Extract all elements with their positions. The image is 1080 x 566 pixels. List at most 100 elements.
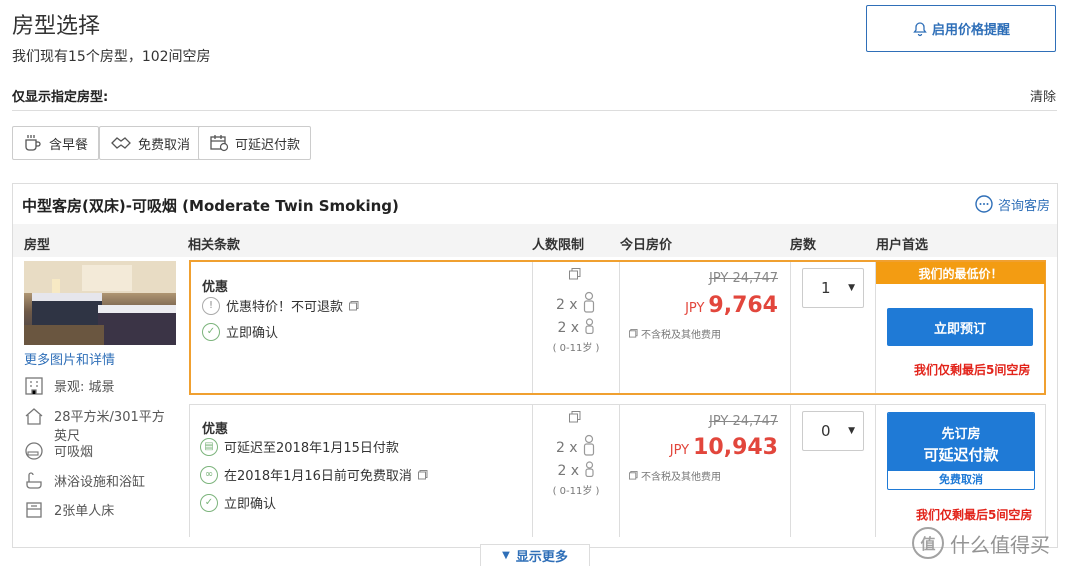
price-alert-label: 启用价格提醒 xyxy=(931,23,1010,38)
rooms-left-warning: 我们仅剩最后5间空房 xyxy=(914,363,1031,377)
child-age: ( 0-11岁 ) xyxy=(533,482,619,498)
filter-breakfast[interactable]: 含早餐 xyxy=(12,126,100,160)
child-icon xyxy=(584,318,594,335)
child-icon xyxy=(584,461,594,478)
child-capacity: 2 x xyxy=(533,461,619,479)
info-icon[interactable] xyxy=(569,268,581,280)
feature-bath: 淋浴设施和浴缸 xyxy=(24,471,145,491)
feature-smoking-label: 可吸烟 xyxy=(54,445,94,460)
tax-note-label: 不含税及其他费用 xyxy=(641,330,721,341)
feature-bath-label: 淋浴设施和浴缸 xyxy=(54,475,146,490)
calendar-clock-icon xyxy=(210,135,229,152)
show-more-button[interactable]: ▼ 显示更多 xyxy=(480,544,590,566)
pay-later-line2: 可延迟付款 xyxy=(923,446,999,464)
warning-icon: ! xyxy=(202,296,220,315)
feature-smoking: 可吸烟 xyxy=(24,441,93,461)
book-pay-later-button[interactable]: 先订房 可延迟付款 免费取消 xyxy=(887,412,1035,490)
price-currency: JPY xyxy=(685,301,705,316)
divider xyxy=(875,405,876,537)
condition-label: 在2018年1月16日前可免费取消 xyxy=(224,469,412,484)
discount-price: JPY 9,764 xyxy=(618,293,778,318)
offer-condition: ✓ 立即确认 xyxy=(202,322,278,341)
info-icon[interactable] xyxy=(417,469,428,480)
child-capacity: 2 x xyxy=(533,318,619,336)
child-count: 2 x xyxy=(557,320,580,336)
divider xyxy=(790,262,791,393)
adult-icon xyxy=(583,434,595,456)
child-age-label: ( 0-11岁 ) xyxy=(552,486,600,497)
filter-label: 仅显示指定房型: xyxy=(12,90,109,105)
price-currency: JPY xyxy=(669,443,690,458)
child-count: 2 x xyxy=(557,463,580,479)
price-amount: 10,943 xyxy=(693,435,778,460)
offer-condition: ∞ 在2018年1月16日前可免费取消 xyxy=(200,465,428,484)
info-icon[interactable] xyxy=(629,329,638,338)
book-now-button[interactable]: 立即预订 xyxy=(887,308,1033,346)
consult-room-link[interactable]: 咨询客房 xyxy=(974,194,1050,214)
chat-bubble-icon xyxy=(975,195,993,213)
divider xyxy=(790,405,791,537)
condition-label: 可延迟至2018年1月15日付款 xyxy=(224,441,399,456)
room-photo[interactable] xyxy=(24,261,176,345)
filter-free-cancel-label: 免费取消 xyxy=(138,137,191,153)
tax-note-label: 不含税及其他费用 xyxy=(641,472,721,483)
room-quantity-select[interactable]: 1 ▼ xyxy=(802,268,864,308)
availability-summary: 我们现有15个房型，102间空房 xyxy=(12,49,211,65)
filter-pay-later-label: 可延迟付款 xyxy=(235,137,301,153)
info-icon[interactable] xyxy=(629,471,638,480)
watermark-text: 什么值得买 xyxy=(950,532,1050,557)
divider xyxy=(619,405,620,537)
offer-title: 优惠 xyxy=(202,280,229,295)
offer-condition: ▤ 可延迟至2018年1月15日付款 xyxy=(200,437,399,456)
caret-down-icon: ▼ xyxy=(848,426,855,436)
divider xyxy=(619,262,620,393)
show-more-label: 显示更多 xyxy=(515,550,568,565)
child-age: ( 0-11岁 ) xyxy=(533,339,619,355)
original-price: JPY 24,747 xyxy=(709,271,778,286)
check-icon: ✓ xyxy=(202,322,220,341)
rooms-left-warning: 我们仅剩最后5间空房 xyxy=(916,508,1033,522)
filter-pay-later[interactable]: 可延迟付款 xyxy=(198,126,312,160)
col-terms: 相关条款 xyxy=(188,238,241,253)
caret-down-icon: ▼ xyxy=(848,283,855,293)
info-icon[interactable] xyxy=(569,411,581,423)
handshake-icon: ∞ xyxy=(200,465,218,484)
feature-size: 28平方米/301平方英尺 xyxy=(24,406,174,444)
feature-beds: 2张单人床 xyxy=(24,500,114,520)
discount-price: JPY 10,943 xyxy=(618,435,778,460)
adult-icon xyxy=(583,291,595,313)
divider xyxy=(12,110,1057,111)
room-quantity-value: 0 xyxy=(821,422,831,440)
feature-view-label: 景观: 城景 xyxy=(54,380,115,395)
triangle-down-icon: ▼ xyxy=(502,550,510,561)
clear-filters-link[interactable]: 清除 xyxy=(1030,86,1056,105)
condition-label: 立即确认 xyxy=(226,326,279,341)
feature-beds-label: 2张单人床 xyxy=(54,504,115,519)
smoking-icon xyxy=(25,442,43,460)
room-quantity-select[interactable]: 0 ▼ xyxy=(802,411,864,451)
adult-capacity: 2 x xyxy=(533,291,619,313)
price-alert-button[interactable]: 启用价格提醒 xyxy=(866,5,1056,52)
feature-size-label: 28平方米/301平方英尺 xyxy=(54,410,165,444)
condition-label: 立即确认 xyxy=(224,497,277,512)
shower-icon xyxy=(26,472,42,489)
info-icon[interactable] xyxy=(349,300,359,311)
room-photo-image xyxy=(24,261,176,345)
feature-view: 景观: 城景 xyxy=(24,376,115,396)
offer-condition: ! 优惠特价！不可退款 xyxy=(202,296,359,315)
col-choice: 用户首选 xyxy=(876,238,929,253)
free-cancel-sub: 免费取消 xyxy=(939,473,983,486)
adult-count: 2 x xyxy=(555,440,578,456)
house-icon xyxy=(25,408,43,425)
building-icon xyxy=(25,377,43,395)
check-icon: ✓ xyxy=(200,493,218,512)
handshake-icon xyxy=(111,137,131,149)
more-photos-link[interactable]: 更多图片和详情 xyxy=(24,349,115,368)
adult-count: 2 x xyxy=(555,297,578,313)
watermark-logo: 值 xyxy=(912,527,944,559)
bed-icon xyxy=(26,502,42,518)
tax-note: 不含税及其他费用 xyxy=(629,468,721,483)
col-room-type: 房型 xyxy=(24,238,51,253)
col-occupancy: 人数限制 xyxy=(532,238,585,253)
filter-free-cancel[interactable]: 免费取消 xyxy=(99,126,202,160)
